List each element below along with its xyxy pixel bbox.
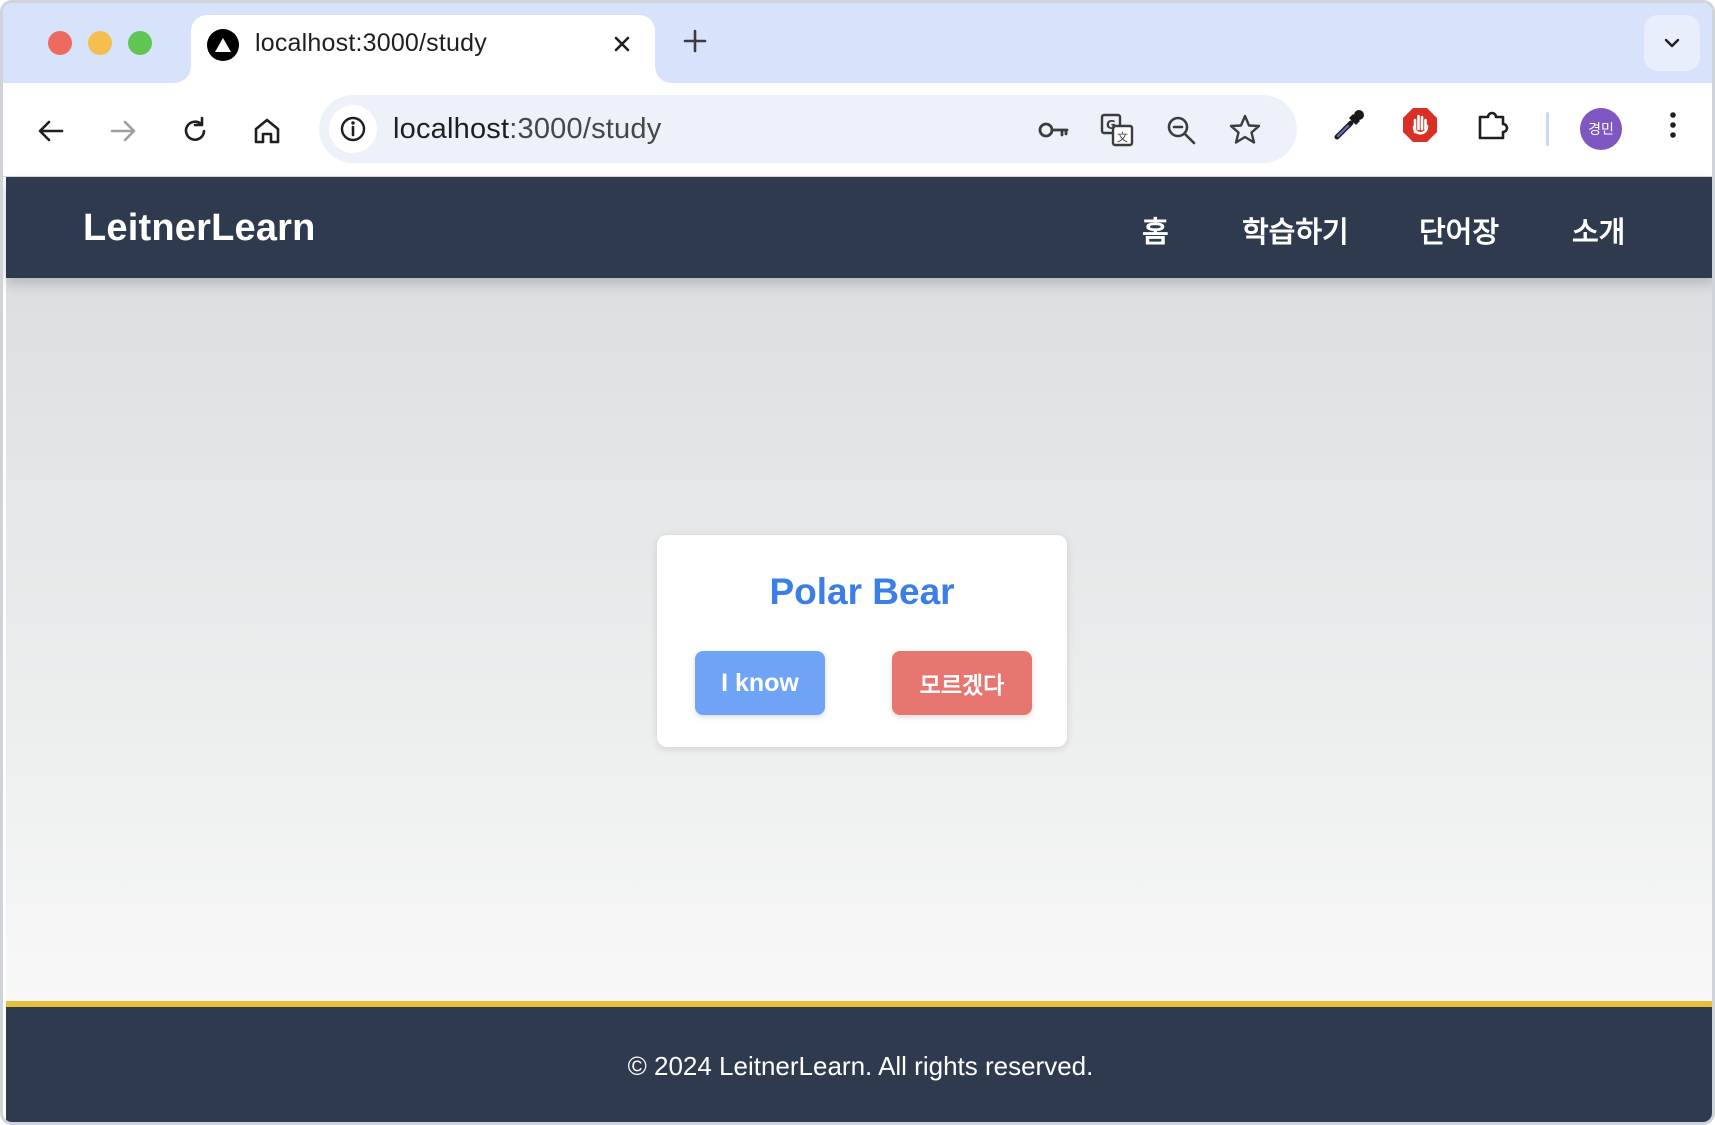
chevron-down-icon [1664, 38, 1680, 48]
bookmark-star-icon[interactable] [1227, 112, 1263, 148]
profile-avatar[interactable]: 경민 [1580, 108, 1622, 150]
copyright-text: © 2024 LeitnerLearn. All rights reserved… [627, 1051, 1094, 1081]
tab-search-button[interactable] [1644, 15, 1700, 71]
address-bar[interactable]: localhost:3000/study G文 [319, 95, 1297, 163]
home-icon[interactable] [247, 111, 287, 151]
minimize-window-button[interactable] [88, 31, 112, 55]
page-viewport: LeitnerLearn 홈 학습하기 단어장 소개 Polar Bear I … [6, 177, 1712, 1122]
maximize-window-button[interactable] [128, 31, 152, 55]
nav-home-link[interactable]: 홈 [1142, 209, 1169, 251]
nav-wordbook-link[interactable]: 단어장 [1419, 209, 1499, 251]
toolbar-divider [1546, 112, 1549, 146]
i-know-button[interactable]: I know [695, 651, 825, 715]
brand-logo-link[interactable]: LeitnerLearn [83, 207, 316, 250]
tab-title: localhost:3000/study [255, 29, 487, 57]
adblock-icon[interactable] [1400, 105, 1440, 145]
more-menu-icon[interactable] [1653, 105, 1693, 145]
translate-icon[interactable]: G文 [1099, 112, 1135, 148]
password-key-icon[interactable] [1035, 112, 1071, 148]
extensions-icon[interactable] [1473, 105, 1513, 145]
eyedropper-icon[interactable] [1329, 105, 1369, 145]
tab-strip: localhost:3000/study [3, 3, 1712, 83]
main-content: Polar Bear I know 모르겠다 [6, 278, 1712, 1001]
flashcard-word: Polar Bear [769, 571, 955, 612]
browser-toolbar: localhost:3000/study G文 경민 [3, 83, 1712, 177]
svg-text:G: G [1106, 118, 1116, 132]
reload-icon[interactable] [175, 111, 215, 151]
forward-icon[interactable] [103, 111, 143, 151]
site-footer: © 2024 LeitnerLearn. All rights reserved… [6, 1001, 1712, 1122]
flashcard: Polar Bear I know 모르겠다 [657, 535, 1067, 747]
nav-study-link[interactable]: 학습하기 [1242, 209, 1349, 251]
favicon-icon [207, 29, 239, 61]
back-icon[interactable] [31, 111, 71, 151]
url-host: localhost [393, 113, 510, 145]
site-info-icon[interactable] [329, 105, 377, 153]
nav-about-link[interactable]: 소개 [1572, 209, 1625, 251]
close-window-button[interactable] [48, 31, 72, 55]
new-tab-icon[interactable] [679, 25, 711, 57]
url-text[interactable]: localhost:3000/study [393, 113, 661, 146]
zoom-out-icon[interactable] [1163, 112, 1199, 148]
close-tab-icon[interactable] [607, 29, 637, 59]
browser-window: localhost:3000/study localhost:3000/stud… [0, 0, 1715, 1125]
svg-text:文: 文 [1117, 130, 1128, 144]
dont-know-button[interactable]: 모르겠다 [892, 651, 1032, 715]
active-tab[interactable]: localhost:3000/study [175, 15, 671, 83]
site-header: LeitnerLearn 홈 학습하기 단어장 소개 [6, 177, 1712, 278]
url-path: :3000/study [509, 113, 662, 145]
